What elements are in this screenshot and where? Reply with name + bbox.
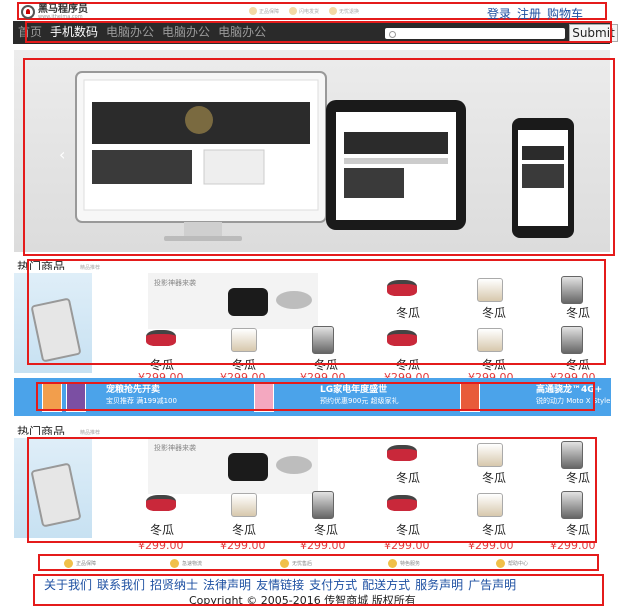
badge-icon [329,7,338,15]
site-logo[interactable]: 黑马程序员 www.itheima.com [21,4,88,20]
service-item[interactable]: 无忧售后 [280,559,312,568]
top-bar: 黑马程序员 www.itheima.com 正品保障 闪电发货 无忧退换 登录 … [17,2,607,22]
product-section-highlight [27,437,597,543]
service-item[interactable]: 特色服务 [388,559,420,568]
badge: 闪电发货 [289,7,319,15]
logo-title: 黑马程序员 [38,3,88,15]
promo-highlight [36,382,595,411]
footer-highlight [33,574,604,606]
product-section-highlight [27,259,606,365]
badge: 正品保障 [249,7,279,15]
register-link[interactable]: 注册 [517,5,541,22]
service-item[interactable]: 帮助中心 [496,559,528,568]
cart-link[interactable]: 购物车 [547,5,583,22]
service-strip: 正品保障 急速物流 无忧售后 特色服务 帮助中心 [38,554,599,571]
banner-highlight [23,58,615,256]
login-link[interactable]: 登录 [487,5,511,22]
logo-icon [21,5,35,19]
badge-icon [249,7,257,15]
shield-icon [64,559,73,568]
help-icon [496,559,505,568]
refresh-icon [280,559,289,568]
truck-icon [170,559,179,568]
service-badges: 正品保障 闪电发货 无忧退换 [249,7,359,15]
service-item[interactable]: 正品保障 [64,559,96,568]
star-icon [388,559,397,568]
badge: 无忧退换 [329,7,359,15]
badge-icon [289,7,298,15]
nav-highlight [25,21,612,43]
logo-subtitle: www.itheima.com [38,13,83,20]
service-item[interactable]: 急速物流 [170,559,202,568]
